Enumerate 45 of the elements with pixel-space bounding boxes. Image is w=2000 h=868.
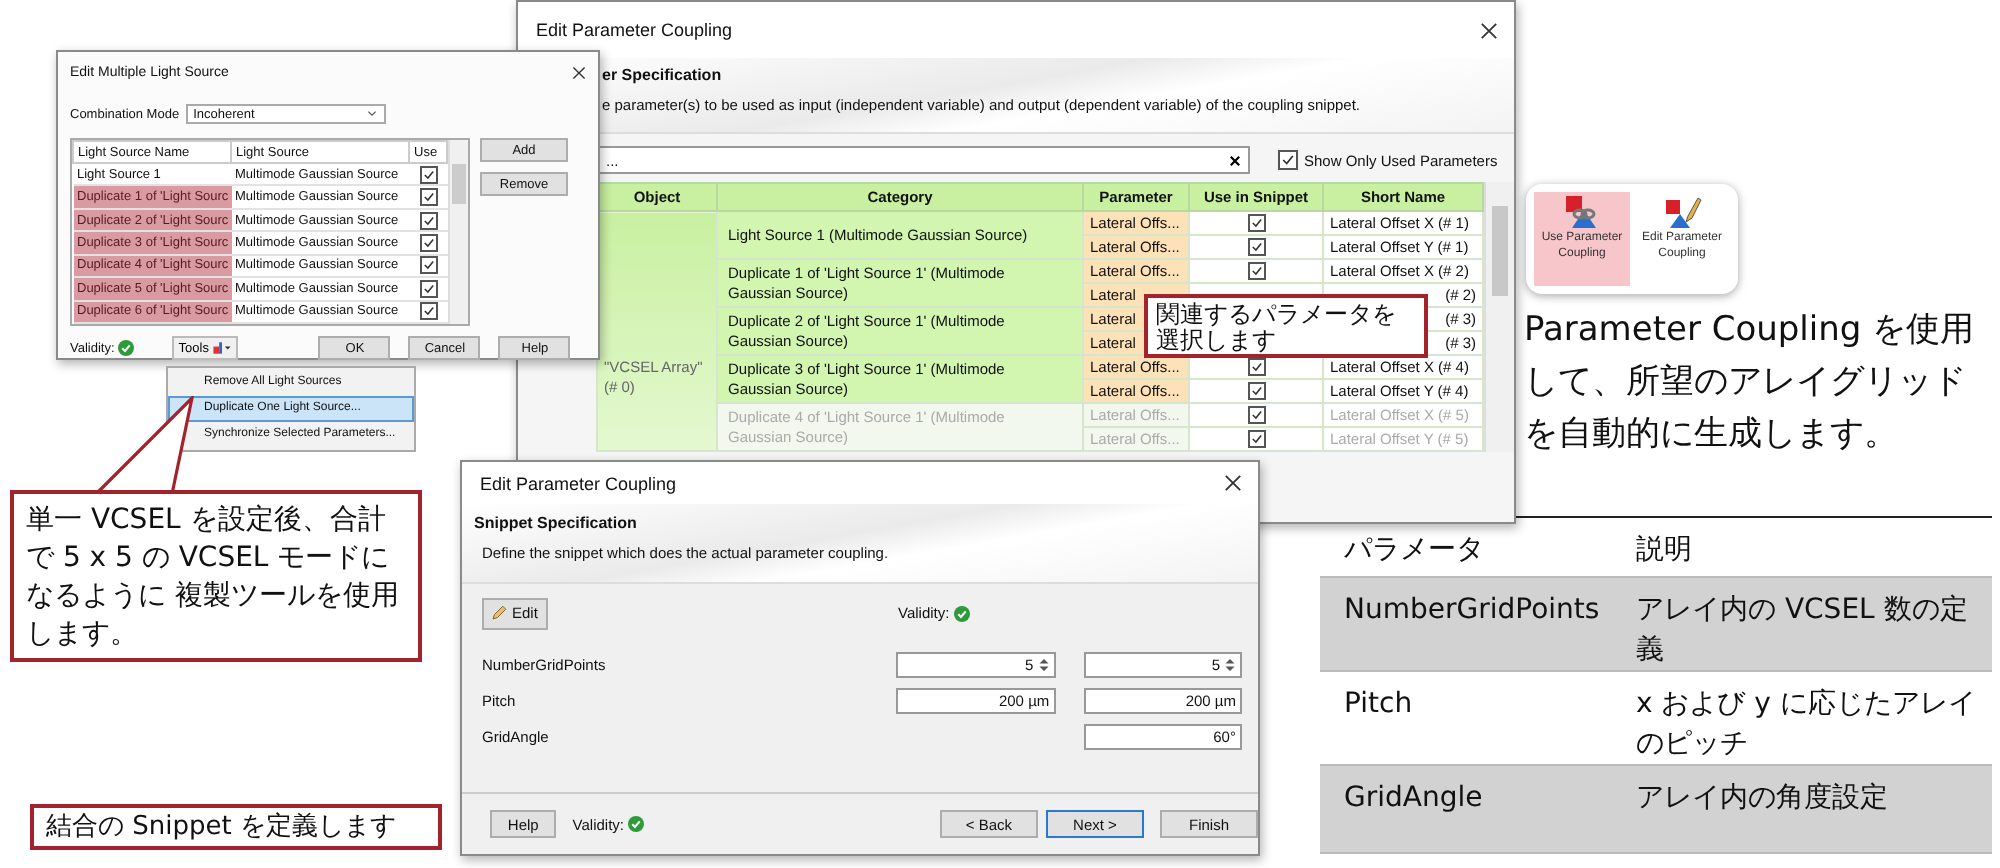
scrollbar[interactable] [448,140,468,324]
section-title: Snippet Specification [474,514,639,532]
checkbox[interactable] [1278,150,1298,170]
checkbox[interactable] [419,279,437,298]
table-cell-text: GridAngle [1344,780,1485,818]
checkbox[interactable] [419,233,437,252]
checkbox[interactable] [1247,430,1265,449]
chain-link-icon [1562,194,1602,230]
checkbox[interactable] [419,188,437,207]
close-icon[interactable] [572,65,586,79]
checkbox[interactable] [419,211,437,230]
section-title: er Specification [602,66,724,84]
checkmark-icon [628,816,644,832]
window-title: Edit Parameter Coupling [536,20,733,40]
callout-text: 関連するパラメータを選択します [1144,294,1428,358]
table-cell-text: x および y に応じたアレイのピッチ [1636,686,1978,764]
column-header: パラメータ [1344,532,1486,570]
callout-text: 結合の Snippet を定義します [30,804,442,850]
clear-icon[interactable] [1228,153,1242,167]
checkbox[interactable] [1247,214,1265,233]
checkbox[interactable] [419,256,437,275]
checkbox[interactable] [1247,382,1265,401]
spinner-icon[interactable] [1223,655,1236,673]
checkbox[interactable] [1247,358,1265,377]
description-text: Parameter Coupling を使用して、所望のアレイグリッドを自動的に生成します。 [1524,308,1977,458]
table-cell-text: NumberGridPoints [1344,592,1602,630]
checkbox[interactable] [1247,262,1265,281]
table-cell-text: アレイ内の角度設定 [1636,780,1890,818]
window-title: Edit Parameter Coupling [480,473,677,493]
chain-pencil-icon [1662,194,1702,230]
checkmark-icon [953,605,970,621]
scrollbar[interactable] [1484,182,1514,452]
column-header: 説明 [1636,532,1694,570]
checkbox[interactable] [1247,406,1265,425]
checkbox[interactable] [419,165,437,184]
table-cell-text: Pitch [1344,686,1415,724]
caret-icon [365,110,378,118]
pencil-icon [490,604,508,622]
close-icon[interactable] [1480,21,1498,39]
table-cell-text: アレイ内の VCSEL 数の定義 [1636,592,1970,670]
close-icon[interactable] [1224,474,1242,492]
checkbox[interactable] [1247,238,1265,257]
checkbox[interactable] [419,302,437,321]
tools-icon [212,340,233,356]
spinner-icon[interactable] [1037,655,1050,673]
